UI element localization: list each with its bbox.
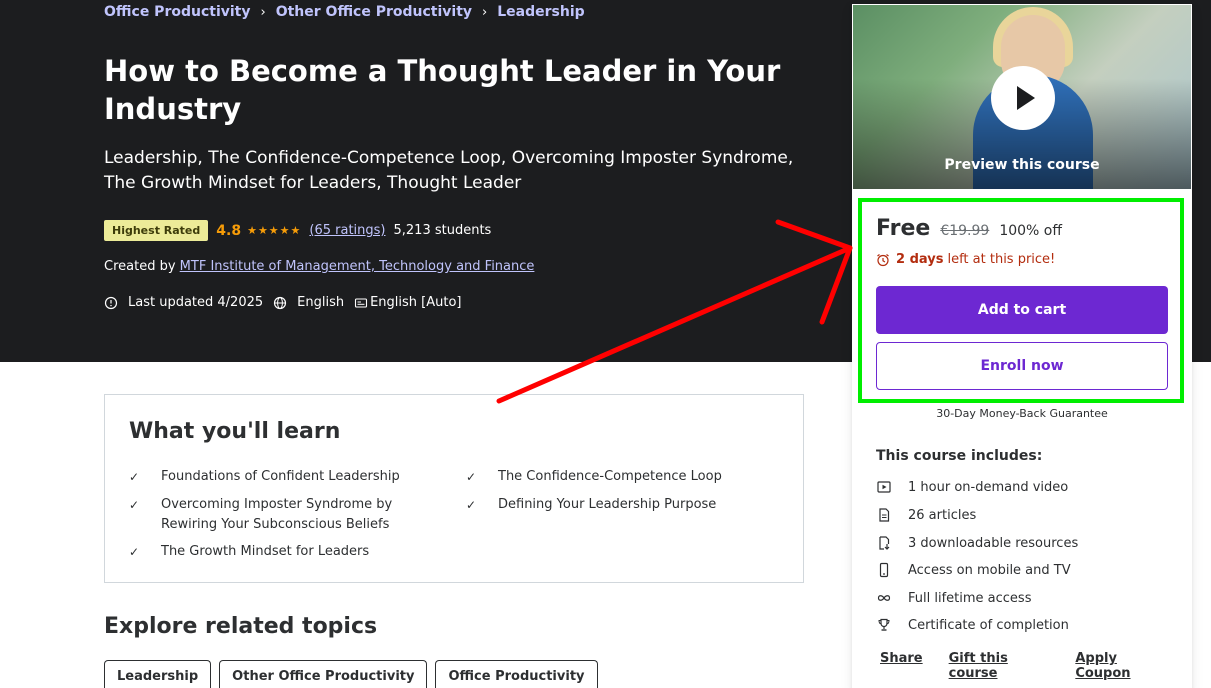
instructor-link[interactable]: MTF Institute of Management, Technology … <box>180 259 535 274</box>
created-by: Created by MTF Institute of Management, … <box>104 259 534 274</box>
include-item: 3 downloadable resources <box>876 535 1078 551</box>
include-item: Access on mobile and TV <box>876 562 1071 578</box>
captions-text: English [Auto] <box>370 295 462 310</box>
course-title: How to Become a Thought Leader in Your I… <box>104 54 781 126</box>
highest-rated-badge: Highest Rated <box>104 220 209 241</box>
rating-row: Highest Rated 4.8 ★★★★★ (65 ratings) 5,2… <box>104 220 491 241</box>
course-preview[interactable]: Preview this course <box>853 5 1191 189</box>
learn-item-text: Defining Your Leadership Purpose <box>498 497 717 512</box>
learn-item-text: The Growth Mindset for Leaders <box>161 544 370 559</box>
breadcrumb-item-leadership[interactable]: Leadership <box>497 4 584 20</box>
current-price: Free <box>876 216 931 241</box>
check-icon: ✓ <box>129 470 140 484</box>
mobile-icon <box>879 562 889 578</box>
learn-item: ✓ Foundations of Confident Leadership <box>129 467 429 487</box>
apply-coupon-link[interactable]: Apply Coupon <box>1075 651 1166 681</box>
last-updated: Last updated 4/2025 <box>104 295 263 310</box>
preview-label[interactable]: Preview this course <box>853 157 1191 173</box>
include-item-text: Full lifetime access <box>908 590 1032 606</box>
discount-percent: 100% off <box>999 223 1062 239</box>
topic-other-office-productivity[interactable]: Other Office Productivity <box>219 660 428 688</box>
related-topics: Leadership Other Office Productivity Off… <box>104 660 606 688</box>
check-icon: ✓ <box>129 545 140 559</box>
course-subtitle: Leadership, The Confidence-Competence Lo… <box>104 148 794 193</box>
video-icon <box>877 481 891 493</box>
share-link[interactable]: Share <box>880 651 923 681</box>
breadcrumb-item-other-office-productivity[interactable]: Other Office Productivity <box>276 4 472 20</box>
include-item-text: Certificate of completion <box>908 617 1069 633</box>
include-item: Certificate of completion <box>876 617 1069 633</box>
include-item: Full lifetime access <box>876 590 1031 606</box>
star-rating-icon: ★★★★★ <box>247 224 302 237</box>
course-meta: Last updated 4/2025 English English [Aut… <box>104 295 472 310</box>
timer-days: 2 days <box>896 252 944 267</box>
infinity-icon <box>877 595 891 601</box>
breadcrumb: Office Productivity › Other Office Produ… <box>104 4 585 20</box>
check-icon: ✓ <box>129 498 140 512</box>
include-item-text: Access on mobile and TV <box>908 562 1071 578</box>
topic-leadership[interactable]: Leadership <box>104 660 212 688</box>
alarm-clock-icon <box>877 253 889 266</box>
check-icon: ✓ <box>466 498 477 512</box>
timer-text: left at this price! <box>947 252 1056 267</box>
chevron-right-icon: › <box>482 4 488 20</box>
include-item-text: 1 hour on-demand video <box>908 479 1069 495</box>
price-row: Free €19.99 100% off <box>876 216 1062 241</box>
what-youll-learn: What you'll learn ✓ Foundations of Confi… <box>104 394 804 583</box>
check-icon: ✓ <box>466 470 477 484</box>
include-item: 26 articles <box>876 507 976 523</box>
globe-icon <box>274 296 287 309</box>
chevron-right-icon: › <box>260 4 266 20</box>
learn-item: ✓ The Confidence-Competence Loop <box>466 467 766 487</box>
original-price: €19.99 <box>940 223 990 239</box>
learn-item-text: The Confidence-Competence Loop <box>498 469 722 484</box>
includes-title: This course includes: <box>876 448 1043 464</box>
add-to-cart-button[interactable]: Add to cart <box>876 286 1168 334</box>
learn-heading: What you'll learn <box>129 419 341 444</box>
breadcrumb-item-office-productivity[interactable]: Office Productivity <box>104 4 251 20</box>
captions: English [Auto] <box>354 295 462 310</box>
purchase-card: Preview this course Free €19.99 100% off… <box>852 4 1192 688</box>
play-icon[interactable] <box>991 66 1055 130</box>
language-text: English <box>297 295 345 310</box>
topic-office-productivity[interactable]: Office Productivity <box>435 660 598 688</box>
include-item: 1 hour on-demand video <box>876 479 1068 495</box>
enroll-now-button[interactable]: Enroll now <box>876 342 1168 390</box>
include-item-text: 3 downloadable resources <box>908 535 1079 551</box>
ratings-count-link[interactable]: (65 ratings) <box>309 223 385 238</box>
gift-course-link[interactable]: Gift this course <box>949 651 1050 681</box>
price-timer: 2 days left at this price! <box>876 252 1055 267</box>
trophy-icon <box>878 618 890 631</box>
rating-value: 4.8 <box>216 222 242 239</box>
article-icon <box>879 508 890 522</box>
last-updated-text: Last updated 4/2025 <box>128 295 264 310</box>
language: English <box>273 295 344 310</box>
learn-item: ✓ Defining Your Leadership Purpose <box>466 495 766 515</box>
related-topics-heading: Explore related topics <box>104 614 378 639</box>
learn-item: ✓ Overcoming Imposter Syndrome by Rewiri… <box>129 495 429 535</box>
include-item-text: 26 articles <box>908 507 977 523</box>
learn-item-text: Foundations of Confident Leadership <box>161 469 400 484</box>
learn-item-text: Overcoming Imposter Syndrome by Rewiring… <box>161 497 393 532</box>
learn-item: ✓ The Growth Mindset for Leaders <box>129 542 429 562</box>
students-count: 5,213 students <box>393 223 492 238</box>
created-by-label: Created by <box>104 259 176 274</box>
alert-badge-icon <box>104 296 118 309</box>
closed-captions-icon <box>355 297 368 308</box>
download-icon <box>879 536 890 550</box>
card-links: Share Gift this course Apply Coupon <box>880 651 1192 681</box>
money-back-guarantee: 30-Day Money-Back Guarantee <box>936 407 1108 420</box>
